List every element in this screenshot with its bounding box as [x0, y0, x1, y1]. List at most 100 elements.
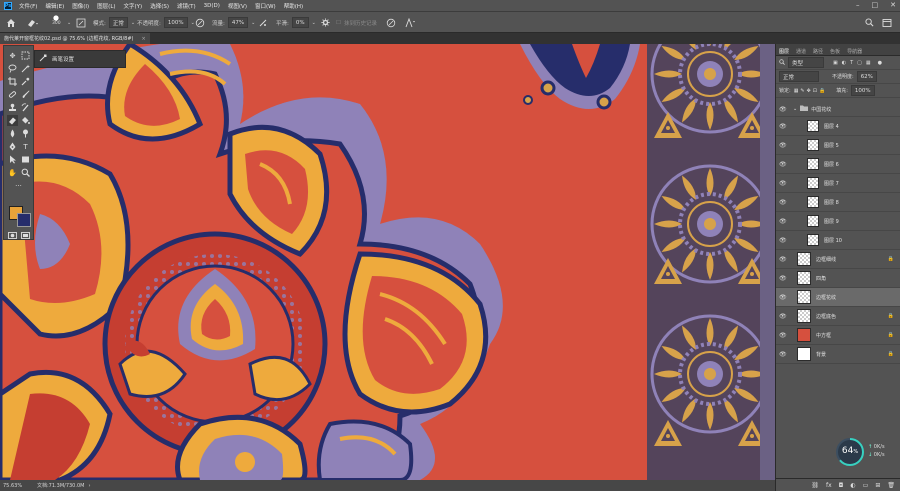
quick-mask-icon[interactable]	[7, 230, 18, 241]
brush-settings-icon[interactable]	[76, 17, 86, 28]
tab-navigator[interactable]: 导航器	[847, 48, 862, 55]
menu-edit[interactable]: 编辑(E)	[45, 2, 64, 10]
zoom-tool-icon[interactable]	[20, 167, 31, 178]
close-window-button[interactable]: ✕	[890, 1, 896, 9]
filter-toggle-icon[interactable]: ●	[878, 60, 882, 66]
visibility-eye-icon[interactable]: 👁	[779, 256, 789, 263]
layer-row[interactable]: 👁 四角	[776, 269, 900, 288]
screen-mode-icon[interactable]	[20, 230, 31, 241]
layer-row[interactable]: 👁 图层 9	[776, 212, 900, 231]
more-tools-icon[interactable]: ···	[13, 180, 24, 191]
home-icon[interactable]	[6, 17, 16, 28]
status-info-chevron-icon[interactable]: ›	[88, 483, 90, 489]
menu-type[interactable]: 文字(Y)	[124, 2, 143, 10]
mode-chevron-icon[interactable]: ⌄	[131, 20, 135, 26]
brush-picker-chevron-icon[interactable]: ⌄	[67, 17, 71, 28]
layer-row[interactable]: 👁 图层 4	[776, 117, 900, 136]
visibility-eye-icon[interactable]: 👁	[779, 123, 789, 130]
new-group-icon[interactable]: ▭	[863, 482, 869, 489]
layer-row[interactable]: 👁 图层 7	[776, 174, 900, 193]
menu-image[interactable]: 图像(I)	[72, 2, 89, 10]
type-tool-icon[interactable]: T	[20, 141, 31, 152]
lock-icons[interactable]: ▦✎✥⊡🔒	[794, 88, 828, 94]
layer-row-selected[interactable]: 👁 边框花纹	[776, 288, 900, 307]
visibility-eye-icon[interactable]: 👁	[779, 218, 789, 225]
magic-wand-tool-icon[interactable]	[20, 63, 31, 74]
menu-window[interactable]: 窗口(W)	[255, 2, 276, 10]
visibility-eye-icon[interactable]: 👁	[779, 199, 789, 206]
visibility-eye-icon[interactable]: 👁	[779, 161, 789, 168]
fill-input[interactable]: 100%	[850, 85, 875, 96]
eraser-tool-icon-active[interactable]	[7, 115, 18, 126]
blend-mode-select[interactable]: 正常	[779, 71, 819, 82]
layer-row[interactable]: 👁 图层 8	[776, 193, 900, 212]
visibility-eye-icon[interactable]: 👁	[779, 351, 789, 358]
layer-row[interactable]: 👁 边框底色 🔒	[776, 307, 900, 326]
menu-filter[interactable]: 滤镜(T)	[177, 2, 196, 10]
layer-row[interactable]: 👁 中方框 🔒	[776, 326, 900, 345]
layer-filter-select[interactable]: 类型	[788, 57, 824, 68]
tab-channels[interactable]: 通道	[796, 48, 806, 55]
layer-row[interactable]: 👁 图层 10	[776, 231, 900, 250]
visibility-eye-icon[interactable]: 👁	[779, 142, 789, 149]
add-mask-icon[interactable]: ◘	[839, 482, 844, 489]
menu-file[interactable]: 文件(F)	[19, 2, 37, 10]
history-checkbox[interactable]: ☐	[336, 20, 341, 26]
blur-tool-icon[interactable]	[7, 128, 18, 139]
menu-help[interactable]: 帮助(H)	[284, 2, 303, 10]
brush-tool-icon[interactable]	[20, 89, 31, 100]
airbrush-icon[interactable]	[258, 17, 268, 28]
layer-row[interactable]: 👁 背景 🔒	[776, 345, 900, 364]
workspace-icon[interactable]	[882, 17, 892, 28]
hand-tool-icon[interactable]: ✋	[7, 167, 18, 178]
layer-row[interactable]: 👁 边框细线 🔒	[776, 250, 900, 269]
menu-select[interactable]: 选择(S)	[150, 2, 169, 10]
layer-row[interactable]: 👁 图层 6	[776, 155, 900, 174]
new-layer-icon[interactable]: ⊞	[875, 482, 880, 489]
visibility-eye-icon[interactable]: 👁	[779, 180, 789, 187]
minimize-button[interactable]: –	[856, 1, 860, 9]
visibility-eye-icon[interactable]: 👁	[779, 106, 789, 113]
flow-input[interactable]: 47%	[227, 17, 249, 28]
smoothing-chevron-icon[interactable]: ⌄	[312, 20, 316, 26]
flow-chevron-icon[interactable]: ⌄	[251, 20, 255, 26]
brush-settings-flyout[interactable]: 画笔设置	[34, 50, 126, 68]
tab-layers[interactable]: 图层	[779, 48, 789, 55]
background-color-swatch[interactable]	[17, 213, 31, 227]
layer-style-icon[interactable]: fx	[826, 482, 832, 489]
pressure-size-icon[interactable]	[386, 17, 396, 28]
clone-stamp-tool-icon[interactable]	[7, 102, 18, 113]
rectangle-tool-icon[interactable]	[20, 154, 31, 165]
dodge-tool-icon[interactable]	[20, 128, 31, 139]
smoothing-settings-gear-icon[interactable]	[321, 17, 330, 28]
document-size-info[interactable]: 文档:71.3M/730.0M	[37, 482, 84, 489]
group-expand-chevron-icon[interactable]: ⌄	[793, 106, 797, 112]
eraser-tool-icon[interactable]	[26, 17, 40, 28]
menu-3d[interactable]: 3D(D)	[204, 3, 220, 9]
delete-layer-icon[interactable]: 🗑	[887, 482, 895, 489]
visibility-eye-icon[interactable]: 👁	[779, 332, 789, 339]
layer-opacity-input[interactable]: 62%	[856, 71, 877, 82]
filter-type-icons[interactable]: ▣◐T▢▦	[833, 60, 875, 66]
mode-select[interactable]: 正常	[108, 17, 128, 28]
pressure-opacity-icon[interactable]	[195, 17, 205, 28]
document-tab-close-icon[interactable]: ×	[141, 36, 145, 42]
link-layers-icon[interactable]: ⛓	[811, 482, 819, 489]
opacity-input[interactable]: 100%	[163, 17, 188, 28]
search-icon[interactable]	[865, 17, 874, 28]
crop-tool-icon[interactable]	[7, 76, 18, 87]
move-tool-icon[interactable]: ✥	[7, 50, 18, 61]
lasso-tool-icon[interactable]	[7, 63, 18, 74]
document-tab[interactable]: 施代莱开窗框花纹02.psd @ 75.6% (边框花纹, RGB/8#) ×	[0, 33, 150, 44]
visibility-eye-icon[interactable]: 👁	[779, 237, 789, 244]
path-selection-tool-icon[interactable]	[7, 154, 18, 165]
paint-bucket-tool-icon[interactable]	[20, 115, 31, 126]
document-canvas[interactable]	[0, 44, 775, 480]
menu-layer[interactable]: 图层(L)	[97, 2, 115, 10]
menu-view[interactable]: 视图(V)	[228, 2, 247, 10]
layer-group-row[interactable]: 👁 ⌄ 中国花纹	[776, 102, 900, 117]
zoom-level[interactable]: 75.63%	[3, 483, 37, 489]
eyedropper-tool-icon[interactable]	[20, 76, 31, 87]
visibility-eye-icon[interactable]: 👁	[779, 294, 789, 301]
pen-tool-icon[interactable]	[7, 141, 18, 152]
